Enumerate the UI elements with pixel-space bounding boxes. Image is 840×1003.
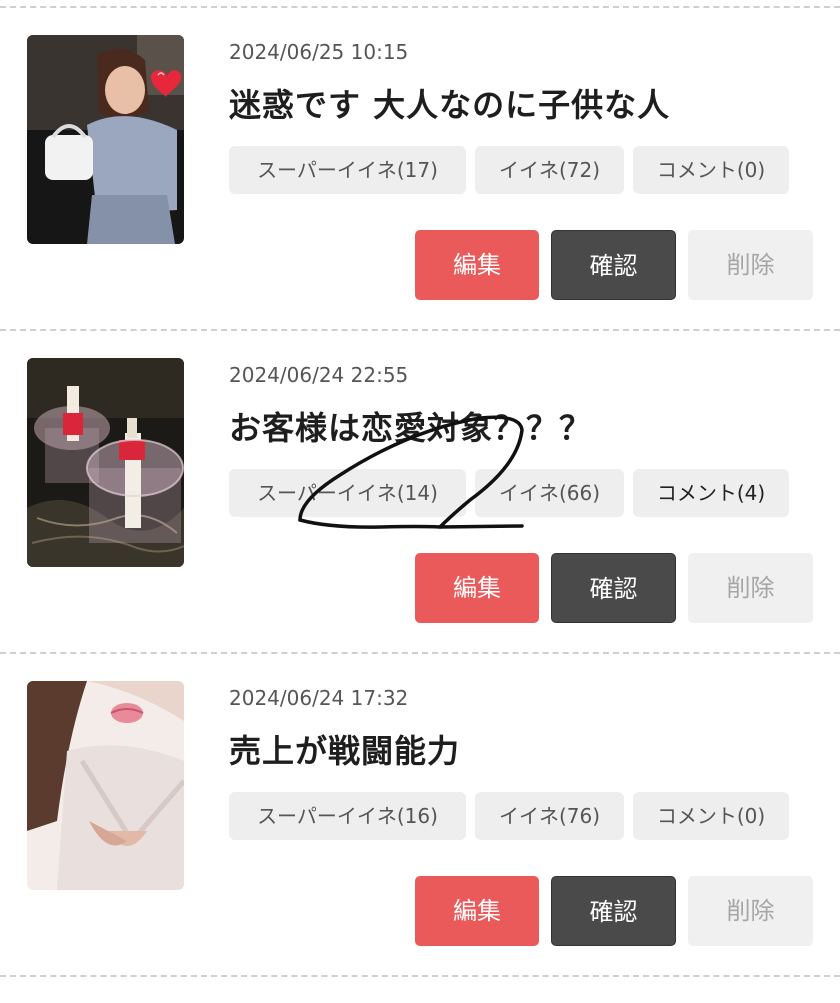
delete-button[interactable]: 削除 <box>688 876 813 946</box>
post-title[interactable]: 迷惑です 大人なのに子供な人 <box>229 80 670 126</box>
delete-button[interactable]: 削除 <box>688 553 813 623</box>
comment-count: コメント(0) <box>633 792 789 840</box>
comment-count: コメント(4) <box>633 469 789 517</box>
edit-button[interactable]: 編集 <box>415 230 539 300</box>
like-count: イイネ(76) <box>475 792 624 840</box>
comment-count: コメント(0) <box>633 146 789 194</box>
like-count: イイネ(72) <box>475 146 624 194</box>
post-title[interactable]: 売上が戦闘能力 <box>229 726 460 772</box>
super-like-count: スーパーイイネ(14) <box>229 469 466 517</box>
delete-button[interactable]: 削除 <box>688 230 813 300</box>
post-thumbnail[interactable] <box>27 358 184 567</box>
like-count: イイネ(66) <box>475 469 624 517</box>
check-button[interactable]: 確認 <box>551 876 676 946</box>
super-like-count: スーパーイイネ(17) <box>229 146 466 194</box>
post-date: 2024/06/24 17:32 <box>229 686 409 710</box>
post-item: 2024/06/24 17:32 売上が戦闘能力 スーパーイイネ(16) イイネ… <box>0 654 840 976</box>
check-button[interactable]: 確認 <box>551 230 676 300</box>
post-date: 2024/06/25 10:15 <box>229 40 409 64</box>
edit-button[interactable]: 編集 <box>415 876 539 946</box>
post-thumbnail[interactable] <box>27 681 184 890</box>
super-like-count: スーパーイイネ(16) <box>229 792 466 840</box>
check-button[interactable]: 確認 <box>551 553 676 623</box>
post-date: 2024/06/24 22:55 <box>229 363 409 387</box>
post-item: 2024/06/25 10:15 迷惑です 大人なのに子供な人 スーパーイイネ(… <box>0 8 840 330</box>
post-thumbnail[interactable] <box>27 35 184 244</box>
post-title[interactable]: お客様は恋愛対象？？？ <box>229 403 592 449</box>
edit-button[interactable]: 編集 <box>415 553 539 623</box>
post-item: 2024/06/24 22:55 お客様は恋愛対象？？？ スーパーイイネ(14)… <box>0 331 840 653</box>
bottom-divider <box>0 975 840 977</box>
